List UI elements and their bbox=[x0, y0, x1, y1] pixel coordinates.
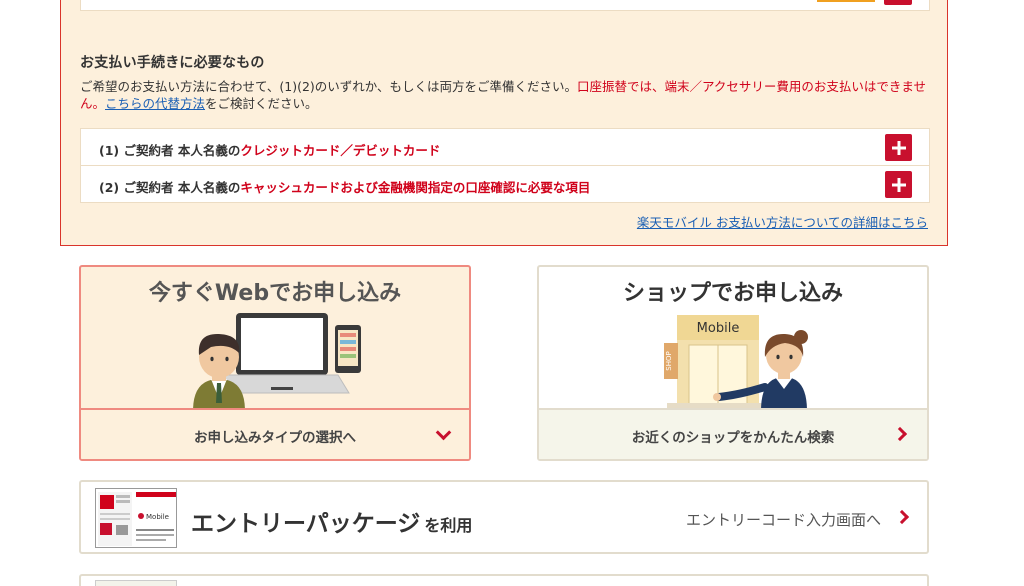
payment-requirements-panel: お支払い手続きに必要なもの ご希望のお支払い方法に合わせて、(1)(2)のいずれ… bbox=[60, 0, 948, 246]
option-row-credit-card[interactable]: (1) ご契約者 本人名義のクレジットカード／デビットカード bbox=[80, 128, 930, 166]
option-prefix: (2) ご契約者 本人名義の bbox=[99, 180, 241, 195]
option-row-cash-card[interactable]: (2) ご契約者 本人名義のキャッシュカードおよび金融機関指定の口座確認に必要な… bbox=[80, 165, 930, 203]
option-label: (1) ご契約者 本人名義のクレジットカード／デビットカード bbox=[99, 140, 440, 159]
entry-package-image: Mobile bbox=[96, 489, 176, 547]
shop-apply-card[interactable]: ショップでお申し込み Mobile SHOP お近くのショップをかんたん検索 bbox=[537, 265, 929, 461]
entry-title-main: エントリーパッケージ bbox=[191, 511, 421, 537]
entry-code-link[interactable]: エントリーコード入力画面へ bbox=[686, 509, 881, 530]
payment-heading: お支払い手続きに必要なもの bbox=[80, 55, 265, 71]
entry-package-title: エントリーパッケージ を利用 bbox=[191, 504, 472, 538]
entry-thumb-logo: Mobile bbox=[146, 513, 169, 521]
entry-package-thumbnail: Mobile bbox=[95, 488, 177, 548]
web-apply-card[interactable]: 今すぐWebでお申し込み お申し込みタイプの選択へ bbox=[79, 265, 471, 461]
desc-normal: ご希望のお支払い方法に合わせて、(1)(2)のいずれか、もしくは両方をご準備くだ… bbox=[80, 79, 578, 94]
shop-apply-footer-label: お近くのショップをかんたん検索 bbox=[631, 430, 835, 446]
shop-banner-text: SHOP bbox=[665, 351, 673, 370]
expand-button-partial[interactable] bbox=[884, 0, 912, 5]
next-option-card[interactable] bbox=[79, 574, 929, 586]
option-label: (2) ご契約者 本人名義のキャッシュカードおよび金融機関指定の口座確認に必要な… bbox=[99, 177, 590, 196]
alternative-method-link[interactable]: こちらの代替方法 bbox=[105, 96, 205, 111]
web-apply-footer[interactable]: お申し込みタイプの選択へ bbox=[81, 408, 469, 459]
desc-tail: をご検討ください。 bbox=[205, 96, 318, 111]
web-apply-title: 今すぐWebでお申し込み bbox=[148, 281, 402, 306]
laptop-screen bbox=[241, 318, 323, 370]
option-highlight: クレジットカード／デビットカード bbox=[240, 143, 441, 158]
entry-package-card[interactable]: Mobile エントリーパッケージ を利用 エントリーコード入力画面へ bbox=[79, 480, 929, 554]
next-card-thumbnail bbox=[95, 580, 177, 586]
shop-apply-footer[interactable]: お近くのショップをかんたん検索 bbox=[539, 408, 927, 459]
previous-option-row bbox=[80, 0, 930, 11]
orange-badge bbox=[817, 0, 875, 2]
option-highlight: キャッシュカードおよび金融機関指定の口座確認に必要な項目 bbox=[240, 180, 591, 195]
shop-sign-text: Mobile bbox=[697, 321, 740, 336]
payment-details-link[interactable]: 楽天モバイル お支払い方法についての詳細はこちら bbox=[637, 212, 928, 231]
expand-plus-icon[interactable] bbox=[885, 171, 912, 198]
option-prefix: (1) ご契約者 本人名義の bbox=[99, 143, 241, 158]
payment-description: ご希望のお支払い方法に合わせて、(1)(2)のいずれか、もしくは両方をご準備くだ… bbox=[80, 78, 934, 112]
expand-plus-icon[interactable] bbox=[885, 134, 912, 161]
entry-title-suffix: を利用 bbox=[424, 516, 473, 535]
shop-apply-title: ショップでお申し込み bbox=[622, 281, 843, 306]
web-apply-illustration bbox=[193, 313, 361, 409]
web-apply-footer-label: お申し込みタイプの選択へ bbox=[194, 430, 356, 446]
shop-apply-illustration: Mobile SHOP bbox=[664, 315, 808, 409]
chevron-right-icon bbox=[894, 509, 910, 525]
laptop-trackpad bbox=[271, 387, 293, 390]
